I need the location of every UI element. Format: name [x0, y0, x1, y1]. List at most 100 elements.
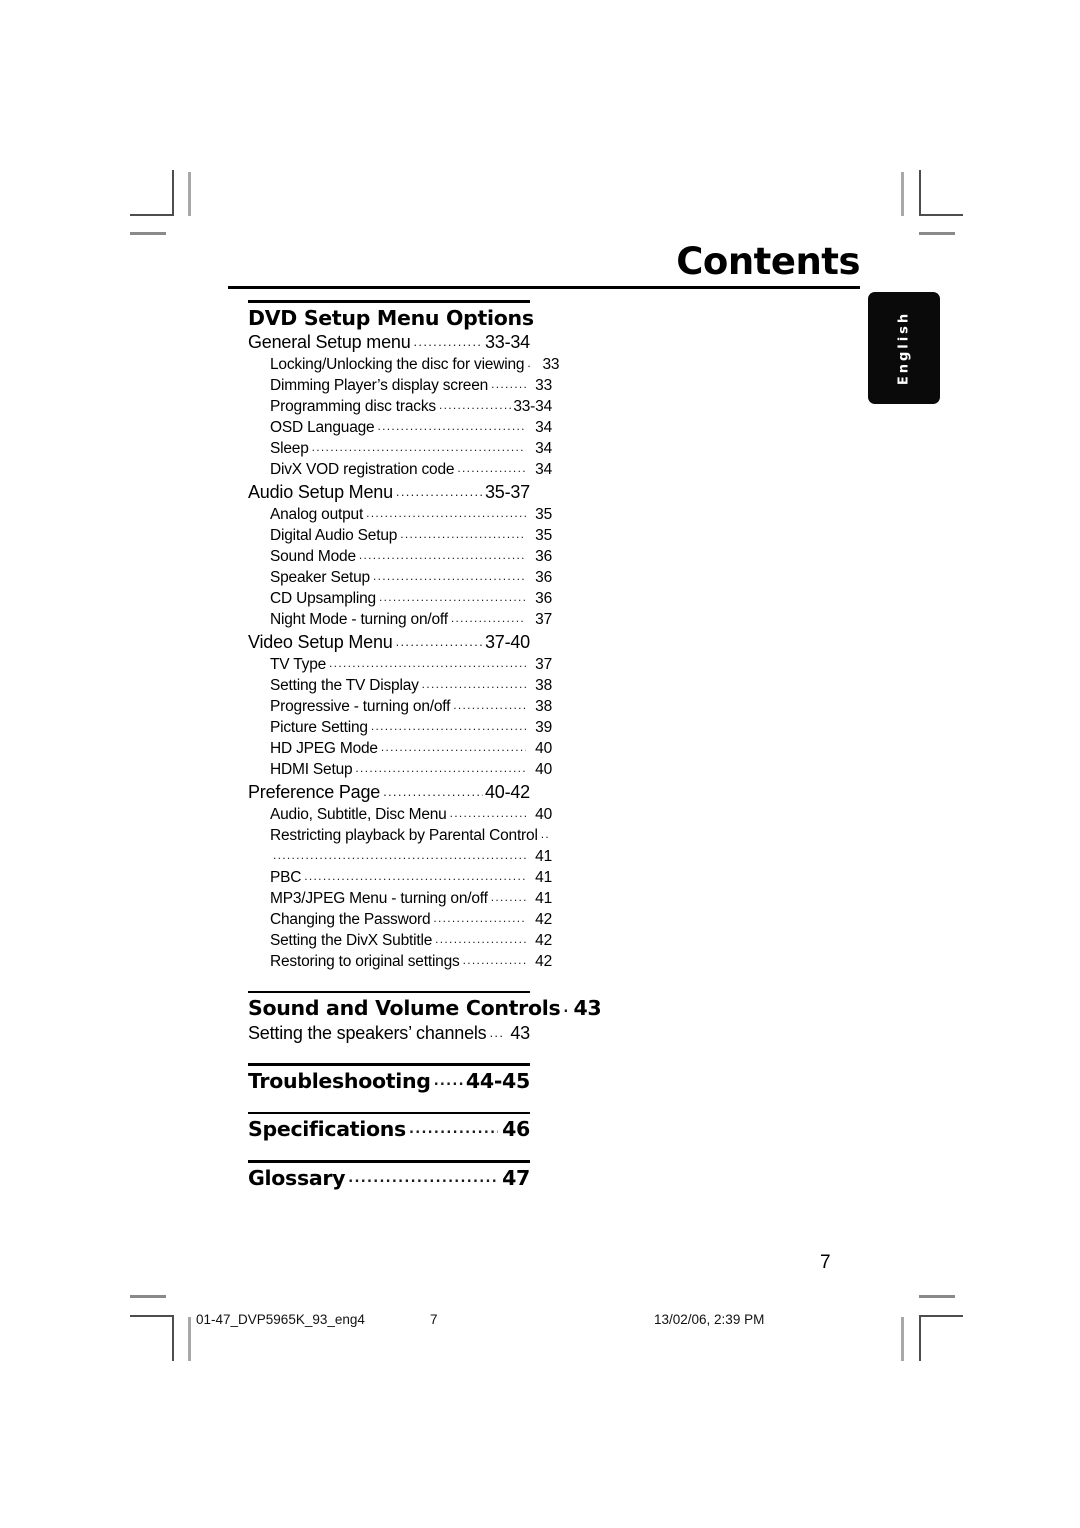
toc-entry-label: HD JPEG Mode [270, 740, 378, 757]
dot-leader: ........................................ [433, 1073, 464, 1089]
dot-leader: ........................................… [370, 719, 526, 733]
toc-entry: Preference Page.........................… [248, 781, 530, 805]
dot-leader: ........................................… [304, 869, 526, 883]
toc-entry-page: 38 [535, 677, 552, 694]
toc-entry-page: 38 [535, 698, 552, 715]
toc-entry-label: Restricting playback by Parental Control [270, 827, 538, 844]
toc-entry-page: 33-34 [513, 398, 552, 415]
toc-entry-label: CD Upsampling [270, 590, 376, 607]
toc-entry-label: Locking/Unlocking the disc for viewing [270, 356, 525, 373]
toc-entry: Speaker Setup...........................… [248, 568, 552, 589]
crop-mark-bottom-right [895, 1295, 1005, 1395]
toc-entry-page: 34 [535, 419, 552, 436]
dot-leader: ........................................… [527, 356, 533, 370]
toc-entry-page: 35 [535, 527, 552, 544]
toc-entry-label: Digital Audio Setup [270, 527, 398, 544]
toc-entry-page: 40 [535, 806, 552, 823]
toc-entry-page: 39 [535, 719, 552, 736]
toc-entry: Changing the Password...................… [248, 910, 552, 931]
toc-entry-page: 35 [535, 506, 552, 523]
toc-entry-label: Sound and Volume Controls [248, 996, 561, 1020]
dot-leader: ........................................… [421, 677, 526, 691]
toc-entry: HD JPEG Mode............................… [248, 739, 552, 760]
toc-entry: Analog output...........................… [248, 505, 552, 526]
toc-entry: Setting the speakers’ channels..........… [248, 1021, 530, 1045]
toc-entry: TV Type.................................… [248, 655, 552, 676]
toc-entry: Sound Mode..............................… [248, 547, 552, 568]
dot-leader: ........................................… [366, 506, 526, 520]
toc-entry: Video Setup Menu........................… [248, 631, 530, 655]
toc-entry: Setting the DivX Subtitle...............… [248, 931, 552, 952]
dot-leader: ........................................… [400, 527, 526, 541]
toc-entry-page: 37 [535, 611, 552, 628]
toc-entry-label: Troubleshooting [248, 1068, 431, 1093]
dot-leader: ........................................… [438, 398, 512, 412]
toc-entry: CD Upsampling...........................… [248, 589, 552, 610]
dot-leader: ........................................… [491, 377, 526, 391]
footer-timestamp: 13/02/06, 2:39 PM [654, 1312, 765, 1327]
toc-section-heading: DVD Setup Menu Options [248, 303, 534, 331]
print-footer: 01-47_DVP5965K_93_eng4 7 13/02/06, 2:39 … [196, 1312, 884, 1336]
dot-leader: ........................................… [395, 634, 483, 649]
toc-entry-label: Sleep [270, 440, 309, 457]
document-page: Contents English DVD Setup Menu Options G… [0, 0, 1080, 1528]
toc-entry: DivX VOD registration code..............… [248, 460, 552, 481]
toc-entry: PBC.....................................… [248, 868, 552, 889]
toc-entry-label: Night Mode - turning on/off [270, 611, 448, 628]
dot-leader: ........................................ [408, 1122, 498, 1137]
dot-leader: ........................................… [383, 784, 483, 799]
language-side-tab: English [868, 292, 940, 404]
folio-page-number: 7 [820, 1252, 831, 1273]
toc-entry-label: Picture Setting [270, 719, 368, 736]
dot-leader: ........................................… [372, 569, 526, 583]
toc-section-heading: Specifications..........................… [248, 1114, 530, 1142]
toc-section-heading: Sound and Volume Controls...............… [248, 993, 602, 1021]
toc-entry: Restoring to original settings..........… [248, 952, 552, 973]
toc-entry-page: 43 [573, 996, 602, 1020]
toc-entry-page: 34 [535, 440, 552, 457]
dot-leader: ........................................… [435, 932, 526, 946]
footer-filename: 01-47_DVP5965K_93_eng4 [196, 1312, 365, 1327]
toc-entry-label: DVD Setup Menu Options [248, 305, 534, 330]
title-rule [228, 286, 860, 289]
toc-entry: Digital Audio Setup.....................… [248, 526, 552, 547]
toc-entry-label: Video Setup Menu [248, 632, 393, 652]
toc-entry-page: 41 [535, 890, 552, 907]
toc-entry: HDMI Setup..............................… [248, 760, 552, 781]
toc-entry: Programming disc tracks.................… [248, 397, 552, 418]
page-title: Contents [676, 240, 860, 283]
toc-entry-label: Analog output [270, 506, 364, 523]
language-side-tab-label: English [896, 310, 912, 386]
toc-entry-label: Specifications [248, 1117, 406, 1141]
toc-entry-label: PBC [270, 869, 302, 886]
dot-leader: ........................................… [462, 953, 526, 967]
toc-entry-page: 33-34 [484, 332, 530, 352]
dot-leader: ........................................… [377, 419, 526, 433]
toc-entry-page: 42 [535, 932, 552, 949]
toc-entry-page: 35-37 [484, 482, 530, 502]
toc-entry-label: Programming disc tracks [270, 398, 436, 415]
toc-entry-page: 34 [535, 461, 552, 478]
toc-entry-page: 46 [502, 1117, 530, 1141]
toc-entry-page: 37-40 [484, 632, 530, 652]
toc-entry-label: TV Type [270, 656, 327, 673]
dot-leader: ........................................… [378, 590, 526, 604]
toc-entry: Dimming Player’s display screen.........… [248, 376, 552, 397]
toc-entry-label: Setting the TV Display [270, 677, 419, 694]
toc-entry-label: OSD Language [270, 419, 375, 436]
dot-leader: ........................................… [413, 334, 483, 349]
toc-entry: Progressive - turning on/off............… [248, 697, 552, 718]
toc-entry: Sleep...................................… [248, 439, 552, 460]
toc-entry-continuation: ........................................… [248, 847, 552, 868]
dot-leader: ........................................… [490, 890, 526, 904]
footer-page-number: 7 [430, 1312, 438, 1327]
toc-entry-label: Sound Mode [270, 548, 356, 565]
dot-leader: ........................................… [273, 848, 526, 862]
toc-entry-label: Audio, Subtitle, Disc Menu [270, 806, 447, 823]
toc-entry: Audio Setup Menu........................… [248, 481, 530, 505]
dot-leader: ........................................… [311, 440, 526, 454]
toc-entry-page: 40 [535, 761, 552, 778]
